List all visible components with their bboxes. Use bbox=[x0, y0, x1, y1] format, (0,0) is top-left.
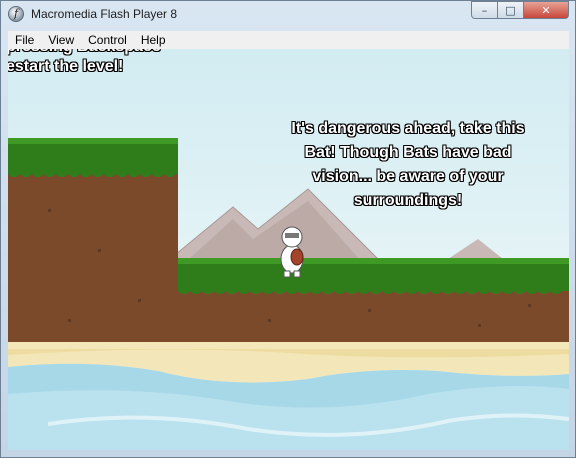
menu-control[interactable]: Control bbox=[81, 33, 134, 47]
minimize-button[interactable]: – bbox=[471, 1, 498, 19]
window-title: Macromedia Flash Player 8 bbox=[31, 7, 178, 21]
game-scene bbox=[8, 138, 569, 450]
window-controls: – □ ✕ bbox=[471, 1, 569, 19]
dialog-line: vision... be aware of your bbox=[312, 168, 504, 185]
menu-bar: File View Control Help bbox=[8, 31, 569, 49]
close-button[interactable]: ✕ bbox=[524, 1, 569, 19]
flash-player-window: f Macromedia Flash Player 8 – □ ✕ File V… bbox=[0, 0, 576, 458]
restart-hint-line-2: estart the level! bbox=[8, 58, 124, 75]
menu-file[interactable]: File bbox=[8, 33, 41, 47]
player-character bbox=[280, 226, 304, 278]
dialog-line: It's dangerous ahead, take this bbox=[291, 120, 525, 137]
restart-hint: pressing Backspace estart the level! bbox=[8, 49, 161, 77]
menu-help[interactable]: Help bbox=[134, 33, 173, 47]
dialog-line: Bat! Though Bats have bad bbox=[304, 144, 512, 161]
dialog-line: surroundings! bbox=[353, 192, 463, 209]
restart-hint-line-1: pressing Backspace bbox=[8, 49, 161, 57]
maximize-button[interactable]: □ bbox=[498, 1, 524, 19]
npc-dialog: It's dangerous ahead, take this Bat! Tho… bbox=[273, 117, 543, 213]
title-bar[interactable]: f Macromedia Flash Player 8 – □ ✕ bbox=[1, 1, 575, 31]
flash-player-icon: f bbox=[8, 6, 24, 22]
left-platform bbox=[8, 138, 178, 344]
game-stage[interactable]: pressing Backspace estart the level! It'… bbox=[8, 49, 569, 450]
menu-view[interactable]: View bbox=[41, 33, 81, 47]
